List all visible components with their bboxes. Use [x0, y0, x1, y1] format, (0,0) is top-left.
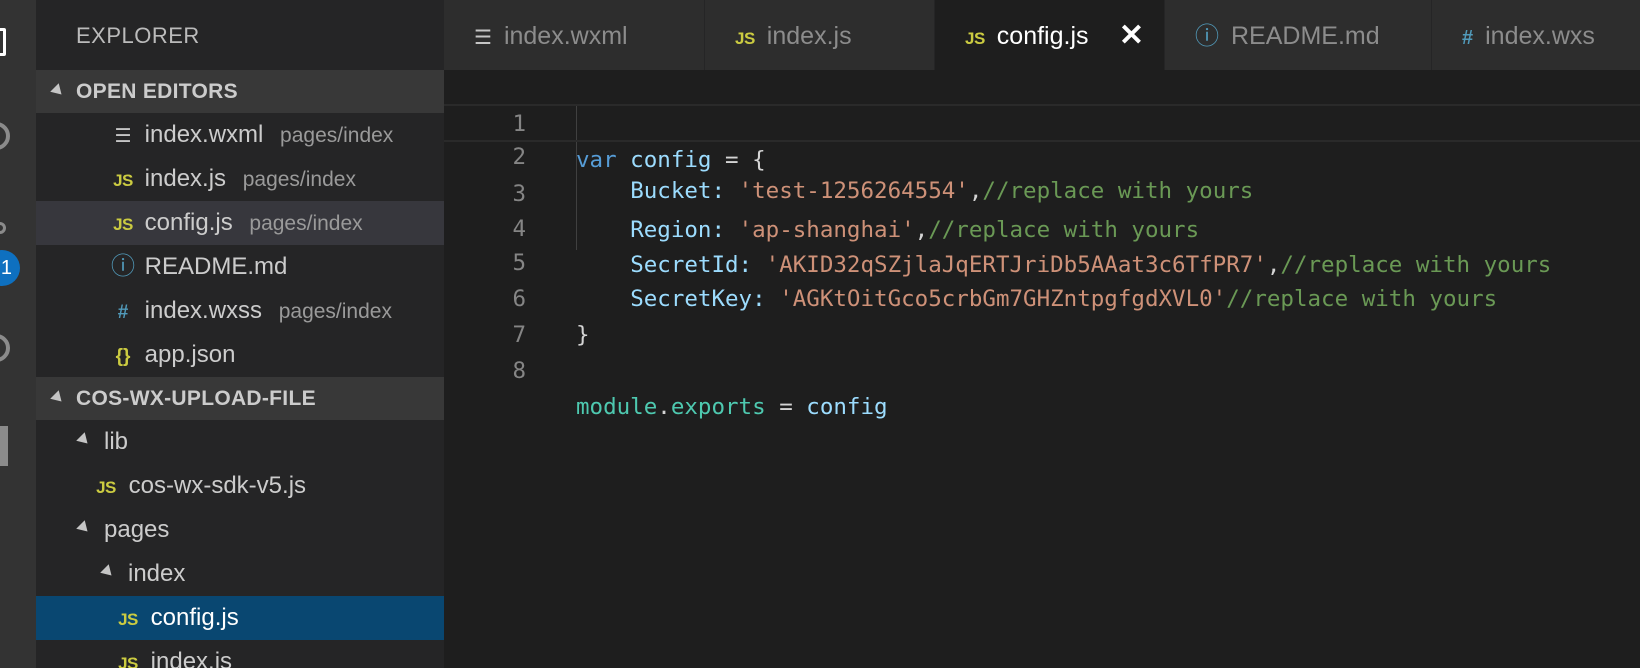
tab-index-wxml[interactable]: ☰ index.wxml: [444, 0, 705, 70]
braces-icon: {}: [115, 346, 131, 367]
open-editor-path: pages/index: [278, 300, 392, 323]
tree-folder[interactable]: pages: [36, 508, 444, 552]
module-object: module: [576, 394, 658, 420]
js-icon: JS: [118, 654, 138, 668]
code-line[interactable]: 5 SecretKey: 'AGKtOitGco5crbGm7GHZntpgfg…: [444, 209, 1640, 312]
tree-label: index.js: [150, 648, 233, 668]
folder-expanded-icon: [100, 563, 116, 580]
info-icon: ⓘ: [111, 253, 135, 280]
identifier: config: [806, 394, 888, 420]
open-editor-path: pages/index: [280, 124, 394, 147]
activity-bar: 1: [0, 0, 36, 668]
info-icon: ⓘ: [1195, 23, 1219, 50]
open-editor-item[interactable]: # index.wxss pages/index: [36, 289, 444, 333]
assign-operator: =: [765, 394, 807, 420]
open-editor-name: app.json: [144, 341, 236, 368]
exports-property: exports: [670, 394, 766, 420]
explorer-sidebar: EXPLORER OPEN EDITORS ☰ index.wxml pages…: [36, 0, 444, 668]
folder-expanded-icon: [76, 431, 92, 448]
open-editor-item[interactable]: {} app.json: [36, 333, 444, 377]
tree-label: lib: [104, 428, 129, 455]
code-line[interactable]: 4 SecretId: 'AKID32qSZjlaJqERTJriDb5AAat…: [444, 175, 1640, 278]
hash-icon: #: [117, 302, 129, 323]
open-editor-item[interactable]: JS index.js pages/index: [36, 157, 444, 201]
folder-expanded-icon: [76, 519, 92, 536]
line-number: 8: [512, 358, 526, 384]
tree-label: config.js: [150, 604, 239, 631]
collapse-icon: [50, 83, 66, 99]
tree-label: index: [128, 560, 186, 587]
js-icon: JS: [965, 29, 985, 48]
files-icon[interactable]: [0, 24, 36, 66]
open-editor-item[interactable]: ☰ index.wxml pages/index: [36, 113, 444, 157]
open-editor-name: index.wxss: [144, 297, 263, 324]
tree-label: pages: [104, 516, 170, 543]
tab-index-wxss[interactable]: # index.wxs: [1432, 0, 1640, 70]
open-editors-label: OPEN EDITORS: [76, 80, 238, 103]
open-editor-item[interactable]: JS config.js pages/index: [36, 201, 444, 245]
code-line[interactable]: 6 }: [444, 245, 1640, 348]
code-line[interactable]: 7: [444, 281, 1640, 348]
tab-index-js[interactable]: JS index.js: [705, 0, 935, 70]
explorer-title: EXPLORER: [76, 23, 200, 48]
open-editor-item[interactable]: ⓘ README.md: [36, 245, 444, 289]
tree-folder[interactable]: lib: [36, 420, 444, 464]
tab-label: index.wxs: [1485, 22, 1595, 50]
js-icon: JS: [96, 478, 116, 497]
js-icon: JS: [118, 610, 138, 629]
extensions-icon[interactable]: [0, 426, 36, 466]
open-editor-path: pages/index: [242, 168, 356, 191]
open-editor-name: README.md: [144, 253, 288, 280]
tab-label: README.md: [1231, 22, 1380, 50]
collapse-icon: [50, 390, 66, 406]
search-icon[interactable]: [0, 118, 36, 158]
project-header[interactable]: COS-WX-UPLOAD-FILE: [36, 377, 444, 420]
code-line-current[interactable]: 2 Bucket: 'test-1256264554',//replace wi…: [444, 104, 1640, 204]
tree-file[interactable]: JS config.js: [36, 596, 444, 640]
project-label: COS-WX-UPLOAD-FILE: [76, 387, 316, 410]
code-line[interactable]: 3 Region: 'ap-shanghai',//replace with y…: [444, 140, 1640, 243]
source-control-icon[interactable]: [0, 218, 36, 242]
source-control-badge: 1: [0, 250, 20, 286]
editor-tabs: ☰ index.wxml JS index.js JS config.js ✕ ⓘ RE…: [444, 0, 1640, 70]
code-editor[interactable]: 1 var config = { 2 Bucket: 'test-1256264…: [444, 70, 1640, 668]
js-icon: JS: [113, 215, 133, 234]
dot-operator: .: [657, 394, 671, 420]
code-line[interactable]: 1 var config = {: [444, 70, 1640, 173]
tree-folder[interactable]: index: [36, 552, 444, 596]
js-icon: JS: [735, 29, 755, 48]
tab-label: index.js: [766, 22, 852, 50]
open-editor-name: config.js: [144, 209, 233, 236]
open-editor-name: index.js: [144, 165, 227, 192]
tab-readme[interactable]: ⓘ README.md: [1165, 0, 1432, 70]
tab-label: config.js: [996, 22, 1089, 50]
open-editor-path: pages/index: [249, 212, 363, 235]
debug-icon[interactable]: [0, 330, 36, 370]
lines-icon: ☰: [114, 126, 132, 147]
open-editor-name: index.wxml: [144, 121, 264, 148]
hash-icon: #: [1462, 27, 1474, 49]
lines-icon: ☰: [474, 27, 492, 49]
tab-label: index.wxml: [503, 22, 628, 50]
open-editors-header[interactable]: OPEN EDITORS: [36, 70, 444, 113]
tree-file[interactable]: JS cos-wx-sdk-v5.js: [36, 464, 444, 508]
tree-label: cos-wx-sdk-v5.js: [128, 472, 307, 499]
code-line[interactable]: 8 module.exports = config: [444, 317, 1640, 420]
tree-file[interactable]: JS index.js: [36, 640, 444, 668]
tab-config-js[interactable]: JS config.js ✕: [935, 0, 1165, 70]
js-icon: JS: [113, 171, 133, 190]
close-icon[interactable]: ✕: [1119, 0, 1144, 70]
